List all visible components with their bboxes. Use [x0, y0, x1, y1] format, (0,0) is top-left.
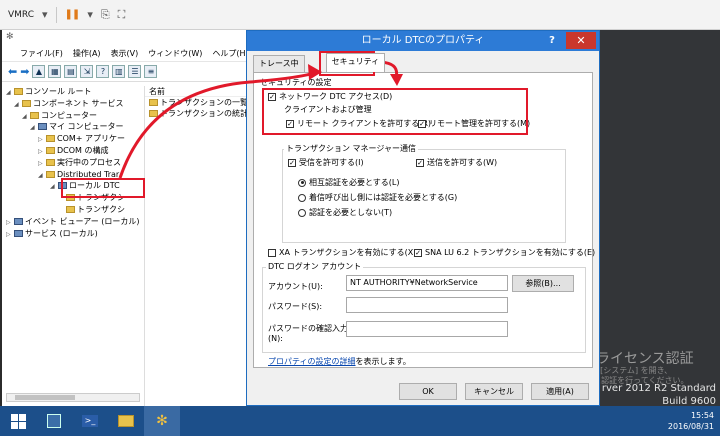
arrow-curve	[118, 70, 319, 179]
powershell-icon[interactable]: >_	[72, 406, 108, 436]
tab-security[interactable]: セキュリティ	[325, 53, 386, 72]
system-clock[interactable]: 15:54 2016/08/31	[668, 410, 714, 432]
server-manager-icon[interactable]	[36, 406, 72, 436]
taskbar: >_ ✻ 15:54 2016/08/31	[0, 406, 720, 436]
windows-logo-icon	[10, 413, 26, 429]
file-explorer-icon[interactable]	[108, 406, 144, 436]
clock-time: 15:54	[690, 411, 714, 420]
component-services-taskbar-icon[interactable]: ✻	[144, 406, 180, 436]
clock-date: 2016/08/31	[667, 422, 714, 431]
start-button[interactable]	[0, 406, 36, 436]
arrow-head	[390, 74, 403, 86]
arrow-head	[308, 64, 322, 80]
